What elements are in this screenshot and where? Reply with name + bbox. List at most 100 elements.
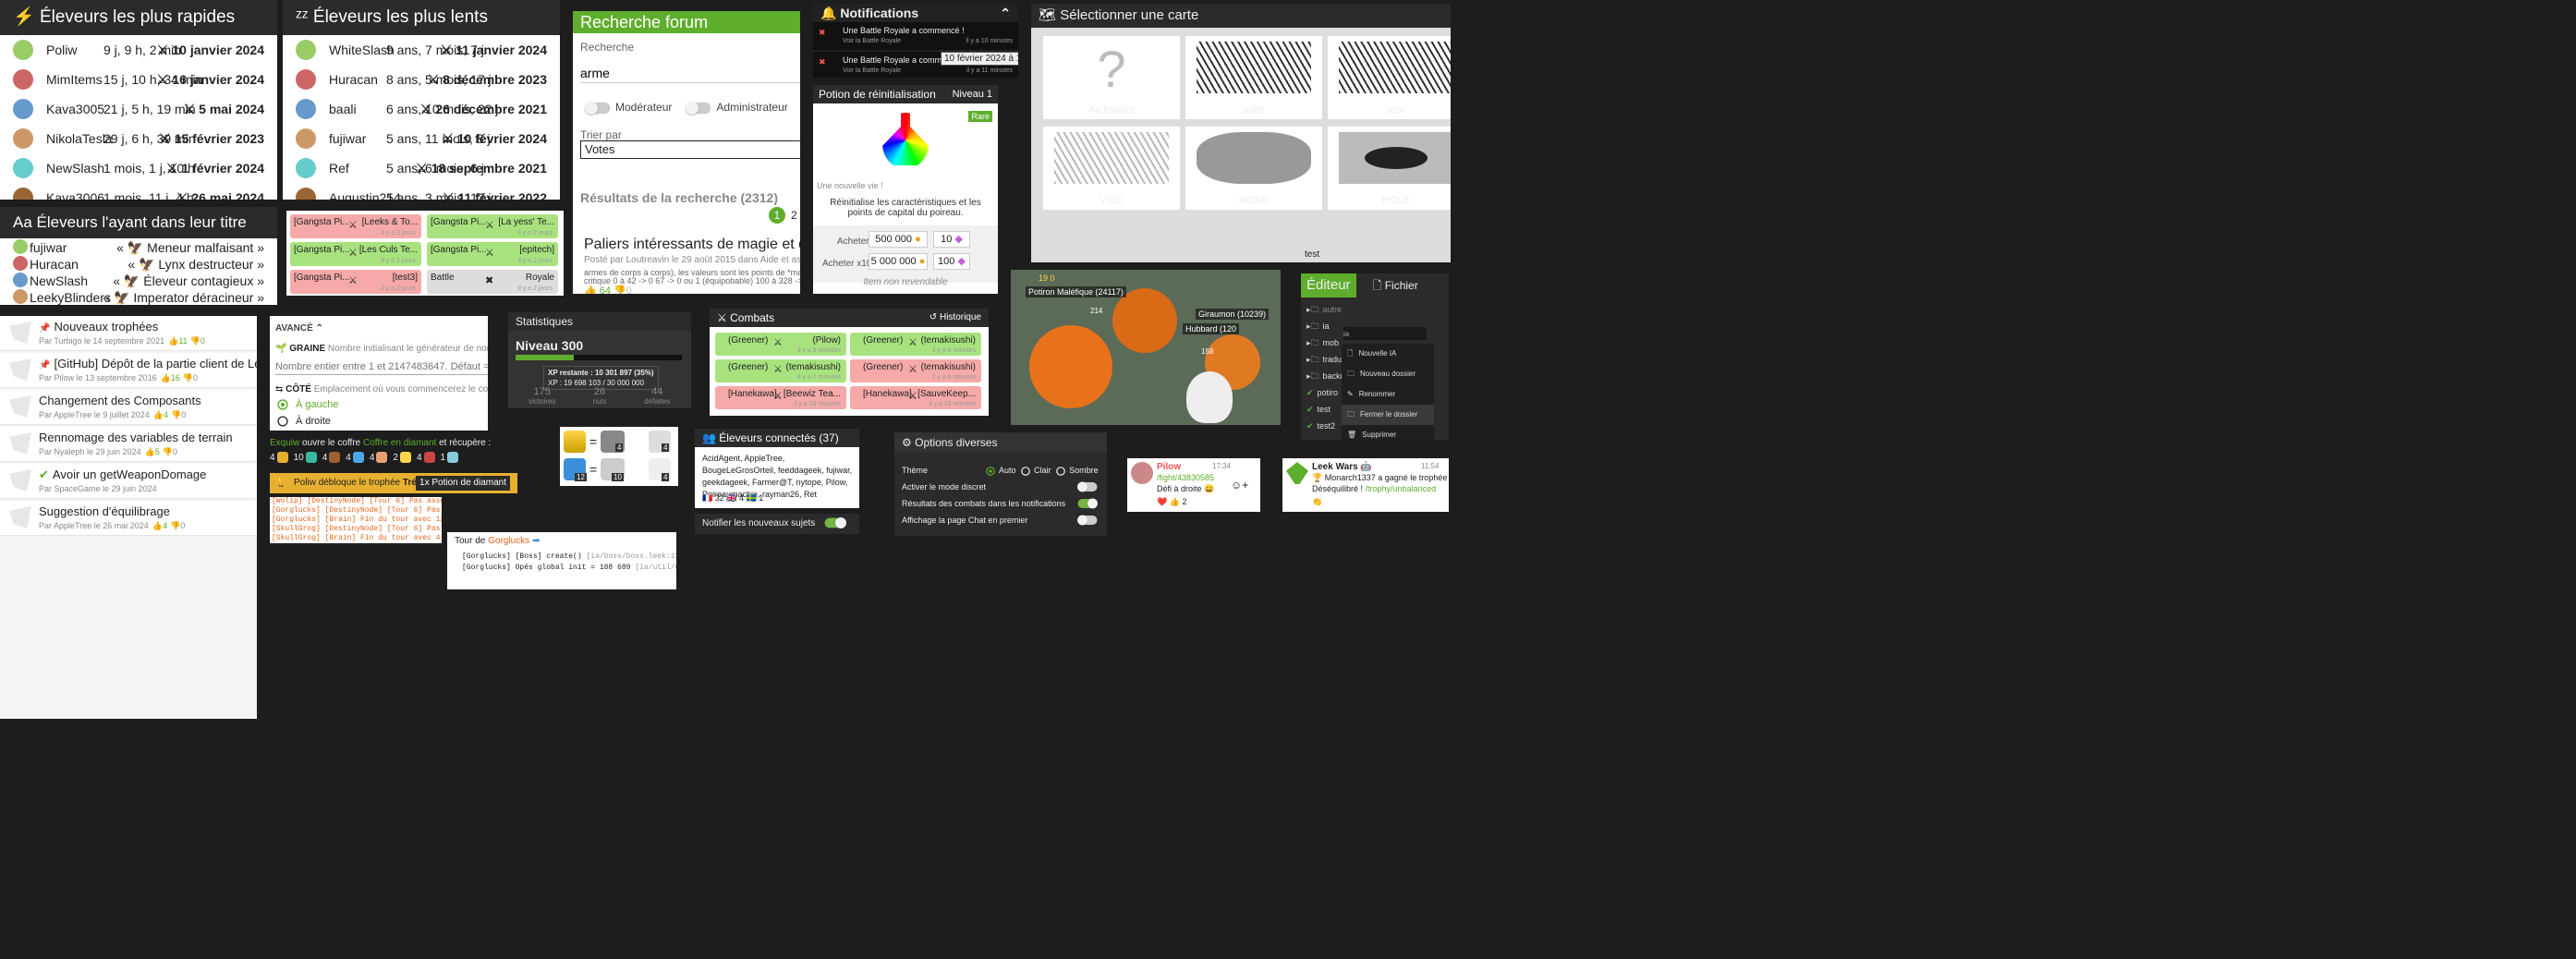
history-link[interactable]: ↺ Historique (930, 309, 981, 327)
breeder-name[interactable]: Huracan (30, 257, 79, 272)
file-menu[interactable]: 🗋 Fichier (1373, 279, 1418, 292)
fight-card[interactable]: [Gangsta Pi... ⚔ [Leeks & To... il y a 2 jo… (290, 214, 421, 238)
breeder-row[interactable]: LeekyBlinders « 🦅 Imperator déracineur » (0, 288, 277, 305)
breeder-name[interactable]: Ref (329, 161, 349, 176)
breeder-row[interactable]: Augustin214 5 ans, 3 mois, 12 j ⚔ 11 févrie… (283, 183, 560, 200)
thumb-up-icon[interactable]: 👍 (584, 285, 597, 294)
topic-title[interactable]: 📌 [GitHub] Dépôt de la partie client de L… (39, 357, 257, 370)
breeder-row[interactable]: NewSlash « 🦅 Éleveur contagieux » (0, 272, 277, 288)
topic-row[interactable]: Changement des Composants Par AppleTree l… (0, 390, 257, 425)
chest-user[interactable]: Exquiw (270, 438, 299, 448)
breeder-name[interactable]: Kava3006 (46, 190, 104, 200)
context-menu-item[interactable]: 🗑 Supprimer (1342, 425, 1434, 440)
breeder-row[interactable]: Kava3005 21 j, 5 h, 19 min ⚔ 5 mai 2024 (0, 94, 277, 124)
breeder-name[interactable]: Huracan (329, 72, 378, 87)
breeder-row[interactable]: Huracan « 🦅 Lynx destructeur » (0, 255, 277, 272)
topic-row[interactable]: Suggestion d'équilibrage Par AppleTree le… (0, 501, 257, 536)
fight-card[interactable]: (Greener) ⚔ (temakisushi) il y a 8 minutes (850, 359, 981, 382)
topic-title[interactable]: 📌 Nouveaux trophées (39, 320, 158, 334)
thumb-up-icon[interactable]: 👍 (1170, 497, 1180, 506)
buy-crystals-button[interactable]: 10 ◆ (933, 231, 970, 248)
breeder-row[interactable]: Kava3006 1 mois, 11 j, 4 h ⚔ 26 mai 2024 (0, 183, 277, 200)
chat-user[interactable]: Pilow (1157, 462, 1181, 472)
fight-card[interactable]: (Greener) ⚔ (Pilow) il y a 6 minutes (715, 333, 846, 356)
fight-notif-toggle[interactable] (1077, 498, 1098, 509)
breeder-row[interactable]: Poliw 9 j, 9 h, 2 min ⚔ 10 janvier 2024 (0, 35, 277, 65)
tree-item[interactable]: ▸🗀 ia (1306, 318, 1345, 334)
tree-item[interactable]: ✔ potiro (1306, 384, 1345, 401)
map-card[interactable]: ROND (1185, 126, 1323, 211)
breeder-name[interactable]: NewSlash (46, 161, 104, 176)
moderator-toggle[interactable] (585, 101, 611, 115)
buy10-habs-button[interactable]: 5 000 000 ● (869, 253, 928, 270)
fight-card[interactable]: Battle ✖ Royale il y a 2 jours (427, 270, 558, 294)
pumpkin-leek-2[interactable] (1112, 288, 1177, 353)
garlic-leek[interactable] (1186, 371, 1233, 423)
chevron-up-icon[interactable]: ⌃ (316, 323, 323, 334)
breeder-name[interactable]: NewSlash (30, 273, 88, 288)
notification-item[interactable]: ✖ Une Battle Royale a commencé ! Voir la B… (813, 22, 1018, 50)
fight-card[interactable]: [Hanekawa] ⚔ [SauveKeep... il y a 18 minute… (850, 386, 981, 409)
topic-row[interactable]: 📌 [GitHub] Dépôt de la partie client de L… (0, 353, 257, 388)
breeder-row[interactable]: fujiwar 5 ans, 11 mois, 8 j ⚔ 10 février 20… (283, 124, 560, 153)
context-menu-item[interactable]: 🗀 Fermer le dossier (1342, 405, 1434, 425)
craft-item-1[interactable] (564, 431, 586, 453)
breeder-name[interactable]: MimItems (46, 72, 103, 87)
breeder-row[interactable]: baali 6 ans, 10 mois, 22 j ⚔ 26 décembre 20… (283, 94, 560, 124)
chat-user[interactable]: Leek Wars 🤖 (1312, 462, 1372, 472)
breeder-row[interactable]: NewSlash 1 mois, 1 j, 10 h ⚔ 1 février 2024 (0, 153, 277, 183)
tree-item[interactable]: ▸🗀 backu (1306, 368, 1345, 384)
theme-light-radio[interactable]: Clair (1018, 466, 1051, 476)
context-menu-item[interactable]: 🗋 Nouvelle IA (1342, 344, 1434, 364)
add-reaction-icon[interactable]: ☺+ (1231, 479, 1248, 492)
page-2-button[interactable]: 2 (791, 209, 797, 222)
collapse-icon[interactable]: ⌃ (1000, 4, 1011, 22)
admin-toggle[interactable] (686, 101, 711, 115)
breeder-row[interactable]: WhiteSlash 9 ans, 7 mois, 7 j ⚔ 11 janvier … (283, 35, 560, 65)
topic-title[interactable]: Changement des Composants (39, 394, 201, 407)
map-card[interactable]: VIDE (1042, 126, 1181, 211)
search-input[interactable] (580, 63, 800, 83)
discreet-toggle[interactable] (1077, 481, 1098, 492)
breeder-name[interactable]: Kava3005 (46, 102, 104, 116)
avatar[interactable] (1131, 462, 1153, 484)
topic-row[interactable]: Rennomage des variables de terrain Par Ny… (0, 427, 257, 462)
buy10-crystals-button[interactable]: 100 ◆ (933, 253, 970, 270)
fight-card[interactable]: [Gangsta Pi... ⚔ [La yess' Te... il y a 2 j… (427, 214, 558, 238)
page-1-button[interactable]: 1 (769, 207, 785, 224)
breeder-name[interactable]: fujiwar (329, 131, 366, 146)
tree-item[interactable]: ▸🗀 tradu (1306, 351, 1345, 368)
topic-title[interactable]: Suggestion d'équilibrage (39, 504, 170, 518)
topic-title[interactable]: Rennomage des variables de terrain (39, 431, 233, 444)
buy-habs-button[interactable]: 500 000 ● (869, 231, 928, 248)
trophy-user[interactable]: Poliw (294, 478, 316, 488)
clap-icon[interactable]: 👏 (1312, 497, 1322, 507)
result-title[interactable]: Paliers intéressants de magie et de scie… (584, 237, 800, 253)
pumpkin-leek-1[interactable] (1029, 325, 1112, 408)
breeder-name[interactable]: baali (329, 102, 357, 116)
fight-card[interactable]: [Gangsta Pi... ⚔ [epitech] il y a 2 jours (427, 242, 558, 266)
topic-row[interactable]: ✔ Avoir un getWeaponDomage Par SpaceGame l… (0, 464, 257, 499)
notify-topics-toggle[interactable] (824, 517, 847, 529)
breeder-row[interactable]: Huracan 8 ans, 5 mois, 17 j ⚔ 8 décembre 20… (283, 65, 560, 94)
breeder-name[interactable]: Poliw (46, 42, 77, 57)
editor-tab[interactable]: Éditeur (1301, 273, 1356, 297)
side-right-radio[interactable]: À droite (275, 414, 331, 429)
breeder-row[interactable]: fujiwar « 🦅 Meneur malfaisant » (0, 238, 277, 255)
chest-name[interactable]: Coffre en diamant (363, 438, 436, 448)
topic-row[interactable]: 📌 Nouveaux trophées Par Turbigo le 14 sept… (0, 316, 257, 351)
seed-input[interactable] (275, 358, 488, 375)
map-card[interactable]: test (1327, 35, 1451, 120)
chat-link[interactable]: /fight/43830585 (1157, 473, 1214, 482)
theme-auto-radio[interactable]: Auto (983, 466, 1016, 476)
context-menu-item[interactable]: 🗀 Nouveau dossier (1342, 364, 1434, 384)
context-menu-item[interactable]: ✎ Renommer (1342, 384, 1434, 405)
map-card[interactable]: HOLE (1327, 126, 1451, 211)
theme-dark-radio[interactable]: Sombre (1053, 466, 1099, 476)
tree-item[interactable]: ✔ test (1306, 401, 1345, 418)
breeder-name[interactable]: WhiteSlash (329, 42, 395, 57)
thumb-down-icon[interactable]: 👎 (614, 285, 626, 294)
fight-card[interactable]: [Hanekawa] ⚔ [Beewiz Tea... il y a 18 minut… (715, 386, 846, 409)
sort-select[interactable]: Votes (580, 140, 800, 159)
tree-item[interactable]: ▸🗀 mob (1306, 334, 1345, 351)
